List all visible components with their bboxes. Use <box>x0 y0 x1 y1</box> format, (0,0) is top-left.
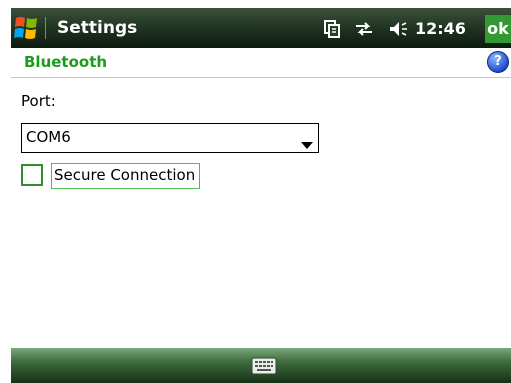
clock[interactable]: 12:46 <box>415 19 466 38</box>
softkey-bar <box>11 348 511 383</box>
secure-connection-checkbox[interactable] <box>21 164 43 186</box>
settings-content: Port: COM6 Secure Connection <box>11 78 511 348</box>
chevron-down-icon[interactable] <box>301 135 313 154</box>
port-selected-value: COM6 <box>26 128 71 146</box>
volume-icon[interactable] <box>388 20 408 38</box>
keyboard-icon[interactable] <box>251 356 277 376</box>
windows-start-icon[interactable] <box>13 14 39 42</box>
secure-connection-label[interactable]: Secure Connection <box>51 163 201 189</box>
app-title: Settings <box>57 18 138 38</box>
title-bar: Settings 12:46 ok <box>11 8 511 48</box>
connectivity-icon[interactable] <box>324 20 340 38</box>
ok-button[interactable]: ok <box>485 15 511 43</box>
title-divider <box>45 17 46 39</box>
port-dropdown[interactable]: COM6 <box>21 123 319 153</box>
page-header: Bluetooth ? <box>11 48 511 78</box>
status-icons <box>324 18 408 40</box>
port-label: Port: <box>21 92 56 110</box>
page-title: Bluetooth <box>24 53 108 71</box>
help-icon[interactable]: ? <box>487 51 509 73</box>
sync-icon[interactable] <box>354 21 374 37</box>
